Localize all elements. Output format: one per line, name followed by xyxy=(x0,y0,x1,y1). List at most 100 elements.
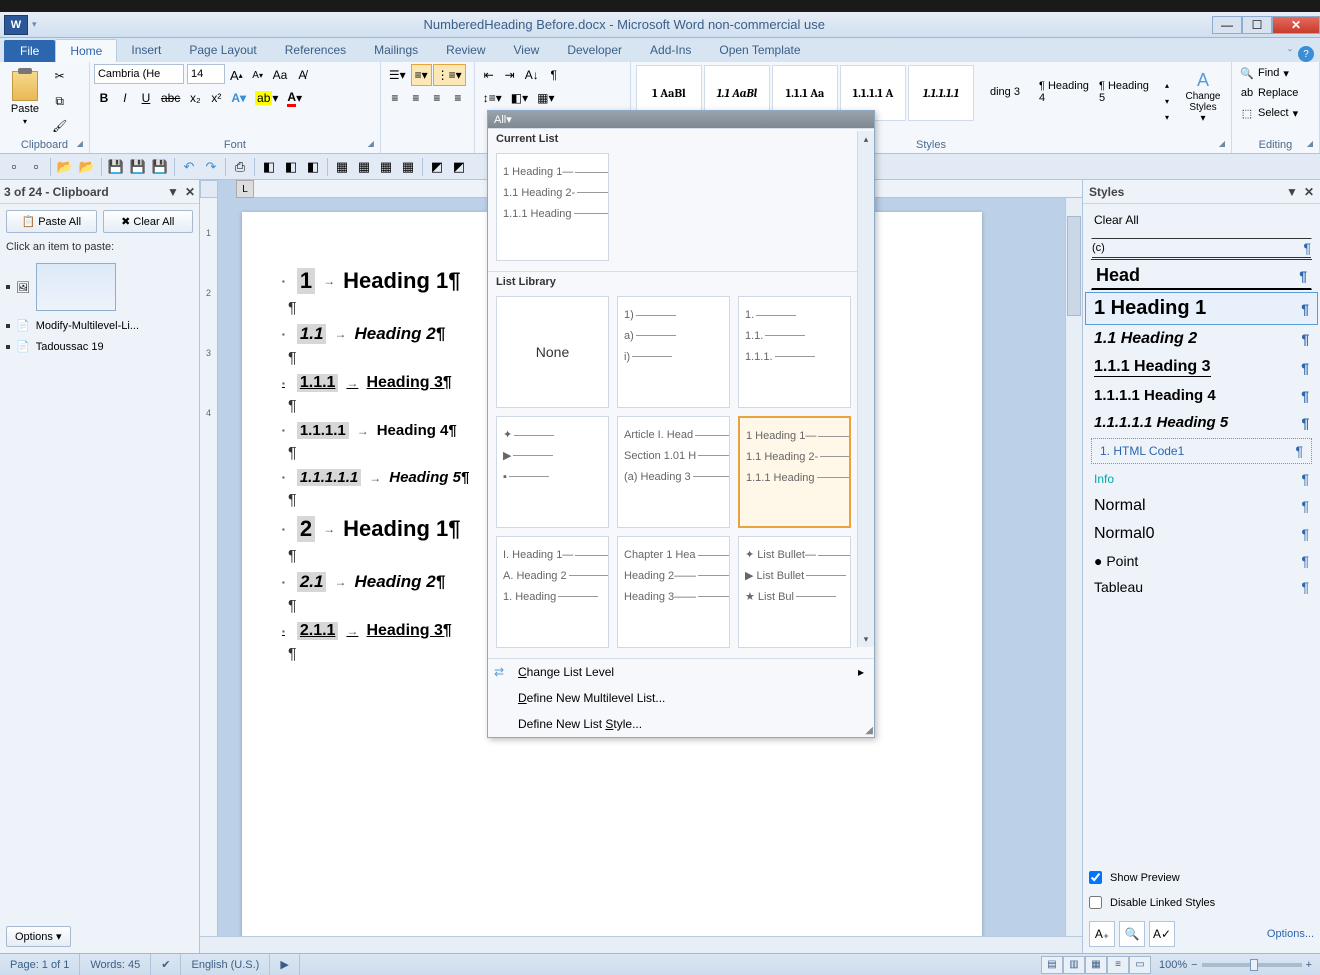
change-styles-button[interactable]: A Change Styles▾ xyxy=(1179,64,1227,130)
qat-open2[interactable]: 📂 xyxy=(77,157,97,177)
qat-undo[interactable]: ↶ xyxy=(179,157,199,177)
align-right-button[interactable]: ≡ xyxy=(427,87,447,109)
shrink-font-button[interactable]: A▾ xyxy=(248,64,268,86)
list-library-item-3[interactable]: ✦▶▪ xyxy=(496,416,609,528)
status-language[interactable]: English (U.S.) xyxy=(181,954,270,975)
clipboard-item-1[interactable]: 📄Modify-Multilevel-Li... xyxy=(0,315,199,336)
subscript-button[interactable]: x₂ xyxy=(185,87,205,109)
bold-button[interactable]: B xyxy=(94,87,114,109)
list-library-item-0[interactable]: None xyxy=(496,296,609,408)
font-size-input[interactable] xyxy=(187,64,225,84)
zoom-slider[interactable] xyxy=(1202,963,1302,967)
list-library-item-1[interactable]: 1)a)i) xyxy=(617,296,730,408)
view-web-layout[interactable]: ▦ xyxy=(1085,956,1107,974)
paste-button[interactable]: Paste▾ xyxy=(4,64,46,132)
clear-all-button[interactable]: ✖ Clear All xyxy=(103,210,194,233)
line-spacing-button[interactable]: ↕≡▾ xyxy=(479,87,506,109)
manage-styles-button[interactable]: A✓ xyxy=(1149,921,1175,947)
qat-b1[interactable]: ◧ xyxy=(259,157,279,177)
popup-menu-define-new-multilevel-list-[interactable]: Define New Multilevel List... xyxy=(488,685,874,711)
numbering-button[interactable]: ≡▾ xyxy=(411,64,432,86)
qat-b2[interactable]: ◧ xyxy=(281,157,301,177)
list-library-item-8[interactable]: ✦ List Bullet—▶ List Bullet★ List Bul xyxy=(738,536,851,648)
list-library-item-2[interactable]: 1.1.1.1.1.1. xyxy=(738,296,851,408)
style-heading-1[interactable]: ¶ Heading 4 xyxy=(1035,64,1095,120)
tab-stop-indicator[interactable]: L xyxy=(236,180,254,198)
ribbon-tab-references[interactable]: References xyxy=(271,39,360,62)
format-painter-button[interactable]: 🖌 xyxy=(48,115,71,137)
current-list-preview[interactable]: 1 Heading 1—1.1 Heading 2-1.1.1 Heading xyxy=(496,153,609,261)
horizontal-scrollbar[interactable] xyxy=(200,936,1082,953)
ribbon-tab-home[interactable]: Home xyxy=(55,39,117,62)
sort-button[interactable]: A↓ xyxy=(521,64,543,86)
qat-b9[interactable]: ◩ xyxy=(449,157,469,177)
style-inspector-button[interactable]: 🔍 xyxy=(1119,921,1145,947)
qat-new[interactable]: ▫ xyxy=(4,157,24,177)
qat-b7[interactable]: ▦ xyxy=(398,157,418,177)
style-item-6[interactable]: 1.1.1.1.1 Heading 5¶ xyxy=(1085,409,1318,436)
italic-button[interactable]: I xyxy=(115,87,135,109)
disable-linked-checkbox[interactable] xyxy=(1089,896,1102,909)
clear-formatting-button[interactable]: A̸ xyxy=(292,64,312,86)
qat-b4[interactable]: ▦ xyxy=(332,157,352,177)
ribbon-tab-insert[interactable]: Insert xyxy=(117,39,175,62)
change-case-button[interactable]: Aa xyxy=(269,64,292,86)
superscript-button[interactable]: x² xyxy=(206,87,226,109)
clipboard-item-2[interactable]: 📄Tadoussac 19 xyxy=(0,336,199,357)
style-heading-2[interactable]: ¶ Heading 5 xyxy=(1095,64,1155,120)
clipboard-pane-drop-icon[interactable]: ▼ xyxy=(167,185,179,199)
ribbon-tab-open-template[interactable]: Open Template xyxy=(705,39,814,62)
close-button[interactable]: ✕ xyxy=(1272,16,1320,34)
style-item-9[interactable]: Normal¶ xyxy=(1085,492,1318,520)
file-tab[interactable]: File xyxy=(4,40,55,62)
list-library-item-6[interactable]: I. Heading 1—A. Heading 21. Heading xyxy=(496,536,609,648)
cut-button[interactable]: ✂ xyxy=(48,65,71,87)
ribbon-tab-developer[interactable]: Developer xyxy=(553,39,636,62)
shading-button[interactable]: ◧▾ xyxy=(507,87,532,109)
ribbon-tab-mailings[interactable]: Mailings xyxy=(360,39,432,62)
ribbon-tab-add-ins[interactable]: Add-Ins xyxy=(636,39,705,62)
qat-open[interactable]: 📂 xyxy=(55,157,75,177)
style-heading-0[interactable]: ding 3 xyxy=(975,64,1035,120)
borders-button[interactable]: ▦▾ xyxy=(533,87,558,109)
vertical-ruler[interactable]: 1234 xyxy=(200,198,218,936)
style-item-1[interactable]: Head¶ xyxy=(1091,262,1312,290)
status-page[interactable]: Page: 1 of 1 xyxy=(0,954,80,975)
style-item-2[interactable]: 1 Heading 1¶ xyxy=(1085,292,1318,325)
ribbon-minimize-icon[interactable]: ˇ xyxy=(1288,47,1292,61)
vertical-scrollbar[interactable] xyxy=(1065,198,1082,936)
view-print-layout[interactable]: ▤ xyxy=(1041,956,1063,974)
popup-header[interactable]: All ▾ xyxy=(488,111,874,128)
view-full-screen[interactable]: ▥ xyxy=(1063,956,1085,974)
justify-button[interactable]: ≡ xyxy=(448,87,468,109)
style-clear-all[interactable]: Clear All xyxy=(1085,208,1318,232)
qat-save2[interactable]: 💾 xyxy=(128,157,148,177)
highlight-button[interactable]: ab▾ xyxy=(251,87,282,109)
zoom-in-button[interactable]: + xyxy=(1306,959,1312,971)
qat-saveall[interactable]: 💾 xyxy=(150,157,170,177)
copy-button[interactable]: ⧉ xyxy=(48,90,71,112)
clipboard-item-0[interactable]: 🖼 xyxy=(0,259,199,315)
popup-menu-define-new-list-style-[interactable]: Define New List Style... xyxy=(488,711,874,737)
style-item-10[interactable]: Normal0¶ xyxy=(1085,520,1318,548)
font-color-button[interactable]: A▾ xyxy=(283,87,306,109)
qat-print[interactable]: ⎙ xyxy=(230,157,250,177)
show-preview-checkbox[interactable] xyxy=(1089,871,1102,884)
new-style-button[interactable]: A₊ xyxy=(1089,921,1115,947)
style-item-0[interactable]: (c)¶ xyxy=(1091,238,1312,260)
qat-b6[interactable]: ▦ xyxy=(376,157,396,177)
align-center-button[interactable]: ≡ xyxy=(406,87,426,109)
increase-indent-button[interactable]: ⇥ xyxy=(500,64,520,86)
view-draft[interactable]: ▭ xyxy=(1129,956,1151,974)
popup-scrollbar[interactable]: ▴▾ xyxy=(857,131,874,647)
bullets-button[interactable]: ☰▾ xyxy=(385,64,410,86)
styles-options-link[interactable]: Options... xyxy=(1267,928,1314,940)
font-name-input[interactable] xyxy=(94,64,184,84)
styles-scroll-down[interactable]: ▾ xyxy=(1157,93,1177,109)
decrease-indent-button[interactable]: ⇤ xyxy=(479,64,499,86)
select-button[interactable]: ⬚Select ▾ xyxy=(1236,104,1315,122)
qat-b5[interactable]: ▦ xyxy=(354,157,374,177)
style-item-8[interactable]: Info¶ xyxy=(1085,466,1318,492)
view-outline[interactable]: ≡ xyxy=(1107,956,1129,974)
list-library-item-5[interactable]: 1 Heading 1—1.1 Heading 2-1.1.1 Heading xyxy=(738,416,851,528)
